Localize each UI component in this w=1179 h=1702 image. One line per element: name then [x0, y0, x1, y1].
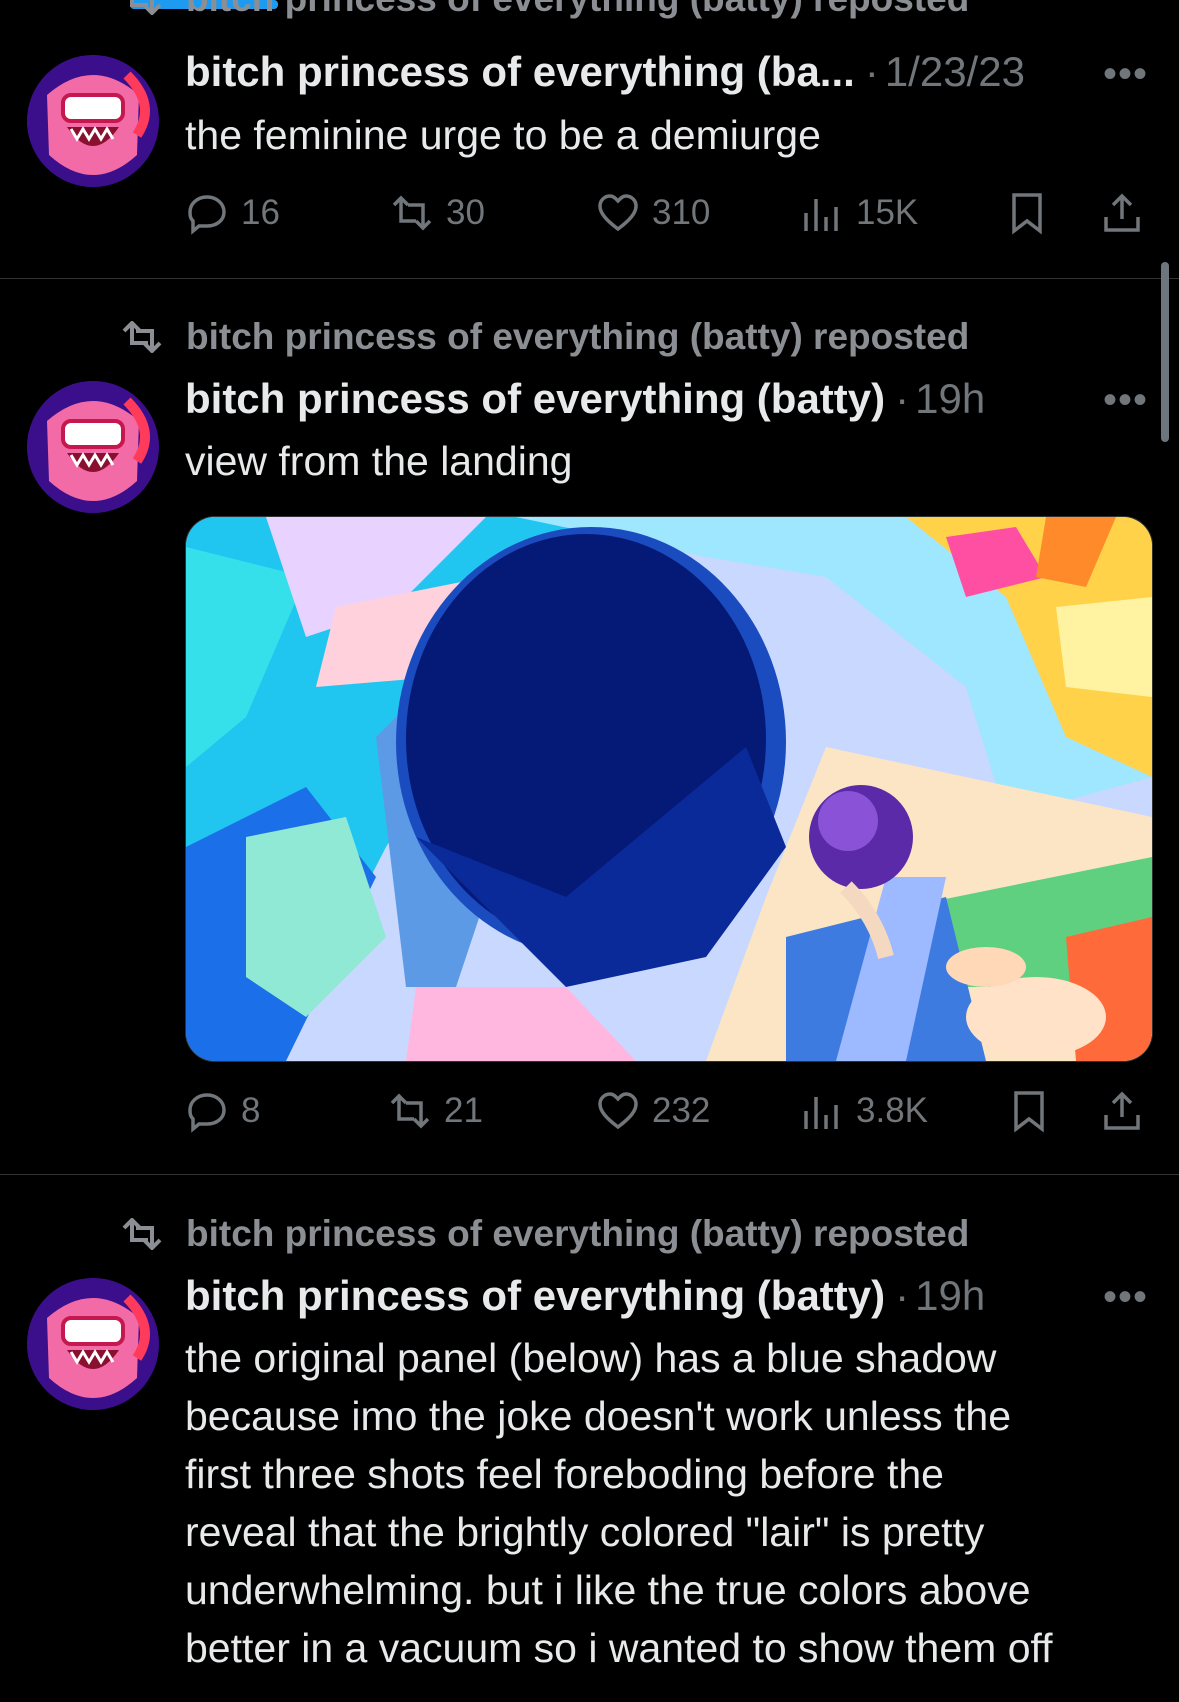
post-text-line: better in a vacuum so i wanted to show t… [185, 1625, 1053, 1671]
post-time[interactable]: 19h [915, 1272, 985, 1320]
repost-icon [122, 321, 162, 353]
post-text-line: reveal that the brightly colored "lair" … [185, 1509, 985, 1555]
separator: · [864, 48, 879, 95]
bookmark-button[interactable] [1007, 1089, 1063, 1133]
repost-icon [390, 1093, 430, 1129]
like-count: 310 [652, 193, 711, 232]
repost-icon [130, 0, 162, 15]
post-text: the original panel (below) has a blue sh… [185, 1329, 1165, 1677]
post-time[interactable]: 1/23/23 [885, 48, 1025, 96]
scrollbar[interactable] [1161, 262, 1169, 442]
reply-count: 8 [241, 1091, 261, 1130]
bookmark-button[interactable] [1005, 191, 1061, 235]
reply-button[interactable]: 8 [185, 1089, 260, 1133]
repost-indicator[interactable]: bitch princess of everything (batty) rep… [118, 316, 969, 358]
separator: · [895, 375, 910, 422]
post-header: bitch princess of everything (ba... · 1/… [185, 48, 1025, 96]
author-name[interactable]: bitch princess of everything (batty) [185, 1272, 885, 1320]
post-header: bitch princess of everything (batty) · 1… [185, 375, 985, 423]
avatar[interactable] [27, 1278, 159, 1410]
post-header: bitch princess of everything (batty) · 1… [185, 1272, 985, 1320]
repost-count: 30 [446, 193, 485, 232]
post-text: the feminine urge to be a demiurge [185, 112, 821, 158]
author-name[interactable]: bitch princess of everything (batty) [185, 375, 885, 423]
avatar[interactable] [27, 55, 159, 187]
repost-icon [392, 195, 432, 231]
more-icon[interactable]: ••• [1103, 52, 1148, 97]
repost-label: bitch princess of everything (batty) rep… [186, 0, 969, 20]
action-bar: 8 21 232 3.8K [185, 1086, 1145, 1136]
repost-button[interactable]: 30 [390, 191, 485, 235]
post-text-line: the original panel (below) has a blue sh… [185, 1335, 997, 1381]
repost-indicator[interactable]: bitch princess of everything (batty) rep… [118, 1213, 969, 1255]
views-icon [804, 199, 838, 231]
views-count: 3.8K [856, 1091, 928, 1130]
post-text: view from the landing [185, 438, 573, 484]
like-icon [598, 1092, 638, 1130]
views-button[interactable]: 15K [800, 191, 918, 235]
share-icon [1104, 1091, 1140, 1130]
separator: · [895, 1272, 910, 1319]
post-text-line: because imo the joke doesn't work unless… [185, 1393, 1012, 1439]
repost-indicator[interactable]: bitch princess of everything (batty) rep… [118, 0, 969, 20]
repost-label: bitch princess of everything (batty) rep… [186, 316, 970, 357]
post-image[interactable] [185, 516, 1153, 1062]
like-count: 232 [652, 1091, 711, 1130]
divider [0, 278, 1179, 279]
views-count: 15K [856, 193, 919, 232]
share-icon [1104, 193, 1140, 232]
repost-icon [122, 1218, 162, 1250]
more-icon[interactable]: ••• [1103, 378, 1148, 423]
divider [0, 1174, 1179, 1175]
share-button[interactable] [1100, 1089, 1156, 1133]
avatar[interactable] [27, 381, 159, 513]
views-button[interactable]: 3.8K [800, 1089, 928, 1133]
reply-count: 16 [241, 193, 280, 232]
bookmark-icon [1014, 1091, 1044, 1133]
more-icon[interactable]: ••• [1103, 1275, 1148, 1320]
author-name[interactable]: bitch princess of everything (ba... [185, 48, 855, 96]
bookmark-icon [1012, 193, 1042, 235]
repost-button[interactable]: 21 [388, 1089, 483, 1133]
reply-icon [188, 195, 226, 235]
like-icon [598, 194, 638, 232]
post-text-line: first three shots feel foreboding before… [185, 1451, 944, 1497]
share-button[interactable] [1100, 191, 1156, 235]
repost-count: 21 [444, 1091, 483, 1130]
repost-label: bitch princess of everything (batty) rep… [186, 1213, 970, 1254]
action-bar: 16 30 310 15K [185, 188, 1145, 238]
reply-button[interactable]: 16 [185, 191, 280, 235]
post-text-line: underwhelming. but i like the true color… [185, 1567, 1031, 1613]
like-button[interactable]: 232 [596, 1089, 710, 1133]
like-button[interactable]: 310 [596, 191, 710, 235]
views-icon [804, 1097, 838, 1129]
post-time[interactable]: 19h [915, 375, 985, 423]
reply-icon [188, 1093, 226, 1133]
